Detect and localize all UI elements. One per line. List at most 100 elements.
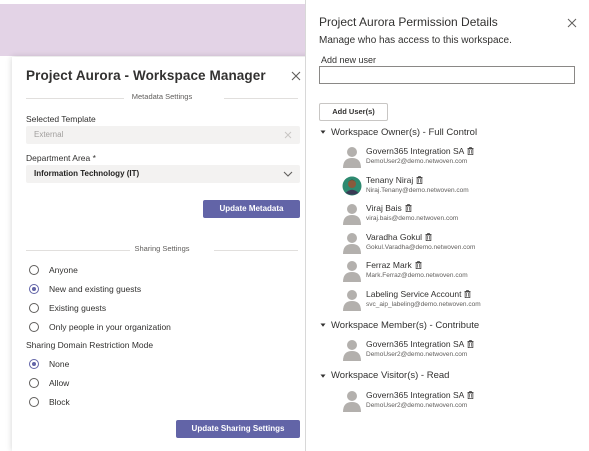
user-name-line: Viraj Bais <box>366 203 412 213</box>
user-row: Ferraz Mark Mark.Ferraz@demo.netwoven.com <box>342 259 582 283</box>
person-avatar-icon <box>343 289 361 311</box>
user-name: Govern365 Integration SA <box>366 389 465 400</box>
radio-label: Block <box>49 397 70 407</box>
user-email: DemoUser2@demo.netwoven.com <box>366 158 468 165</box>
department-dropdown[interactable]: Information Technology (IT) <box>26 165 300 183</box>
user-email: DemoUser2@demo.netwoven.com <box>366 351 468 358</box>
user-row: Govern365 Integration SA DemoUser2@demo.n… <box>342 338 582 362</box>
update-metadata-button[interactable]: Update Metadata <box>203 200 300 218</box>
panel-subtitle: Manage who has access to this workspace. <box>319 35 512 46</box>
user-name: Viraj Bais <box>366 203 402 213</box>
user-name-line: Govern365 Integration SA <box>366 390 474 400</box>
caret-down-icon[interactable] <box>320 322 326 328</box>
user-name-line: Ferraz Mark <box>366 260 422 270</box>
radio-label: New and existing guests <box>49 284 142 294</box>
radio-label: Anyone <box>49 265 78 275</box>
caret-down-icon[interactable] <box>320 373 326 379</box>
radio-label: None <box>49 359 70 369</box>
radio-checked-icon[interactable] <box>29 359 39 369</box>
group-header[interactable]: Workspace Owner(s) - Full Control <box>320 126 477 138</box>
chevron-down-icon <box>283 171 293 177</box>
trash-icon[interactable] <box>467 390 474 399</box>
person-avatar-icon <box>343 147 361 168</box>
user-row: Labeling Service Account svc_aip_labeling… <box>342 288 582 312</box>
update-sharing-button[interactable]: Update Sharing Settings <box>176 420 300 438</box>
user-name-line: Labeling Service Account <box>366 289 471 299</box>
user-email: Niraj.Tenany@demo.netwoven.com <box>366 186 469 194</box>
user-email: viraj.bais@demo.netwoven.com <box>366 215 459 222</box>
person-avatar-icon <box>343 340 361 361</box>
user-name: Ferraz Mark <box>366 260 412 270</box>
trash-icon[interactable] <box>464 289 471 298</box>
person-avatar-icon <box>343 390 361 412</box>
radio-unchecked-icon[interactable] <box>29 378 39 388</box>
department-label: Department Area * <box>26 153 96 163</box>
user-name: Varadha Gokul <box>366 231 423 242</box>
user-row: Govern365 Integration SA DemoUser2@demo.n… <box>342 145 582 169</box>
trash-icon[interactable] <box>415 261 422 269</box>
trash-icon[interactable] <box>425 232 432 241</box>
user-name-line: Govern365 Integration SA <box>366 146 474 156</box>
user-row: Govern365 Integration SA DemoUser2@demo.n… <box>342 389 582 413</box>
user-name-line: Varadha Gokul <box>366 232 432 242</box>
user-email: svc_aip_labeling@demo.netwoven.com <box>366 300 481 308</box>
sharing-section-title: Sharing Settings <box>134 244 190 253</box>
user-row: Varadha Gokul Gokul.Varadha@demo.netwoven… <box>342 231 582 255</box>
radio-option[interactable]: New and existing guests <box>29 283 141 295</box>
panel-title: Project Aurora Permission Details <box>319 15 498 29</box>
add-user-input[interactable] <box>319 66 575 84</box>
template-field[interactable]: External <box>26 126 300 144</box>
workspace-manager-dialog: Project Aurora - Workspace Manager Metad… <box>12 57 312 451</box>
group-label: Workspace Owner(s) - Full Control <box>331 126 478 138</box>
group-label: Workspace Member(s) - Contribute <box>331 319 480 331</box>
group-header[interactable]: Workspace Member(s) - Contribute <box>320 319 479 331</box>
caret-down-icon[interactable] <box>320 129 326 135</box>
trash-icon[interactable] <box>467 340 474 348</box>
user-name: Govern365 Integration SA <box>366 339 465 349</box>
sharing-section-divider: Sharing Settings <box>26 244 298 256</box>
group-label: Workspace Visitor(s) - Read <box>331 370 450 381</box>
radio-option[interactable]: Block <box>29 396 70 408</box>
user-photo-avatar <box>342 176 362 195</box>
radio-label: Existing guests <box>49 303 107 313</box>
user-name-line: Govern365 Integration SA <box>366 339 474 349</box>
template-label: Selected Template <box>26 114 96 124</box>
radio-option[interactable]: Anyone <box>29 264 78 276</box>
metadata-section-divider: Metadata Settings <box>26 92 298 104</box>
radio-label: Only people in your organization <box>49 322 171 332</box>
radio-option[interactable]: Allow <box>29 377 69 389</box>
metadata-section-title: Metadata Settings <box>131 92 193 101</box>
close-icon[interactable] <box>567 18 577 28</box>
user-email: Mark.Ferraz@demo.netwoven.com <box>366 272 468 279</box>
user-name: Govern365 Integration SA <box>366 146 465 156</box>
permission-details-panel: Project Aurora Permission Details Manage… <box>305 0 589 451</box>
user-row: Tenany Niraj Niraj.Tenany@demo.netwoven.c… <box>342 174 582 198</box>
trash-icon[interactable] <box>467 147 474 155</box>
user-email: Gokul.Varadha@demo.netwoven.com <box>366 243 476 251</box>
clear-icon[interactable] <box>284 131 292 139</box>
radio-option[interactable]: Only people in your organization <box>29 321 171 333</box>
radio-label: Allow <box>49 378 70 388</box>
user-name-line: Tenany Niraj <box>366 175 423 185</box>
person-avatar-icon <box>343 232 361 254</box>
trash-icon[interactable] <box>405 204 412 212</box>
radio-unchecked-icon[interactable] <box>29 397 39 407</box>
person-avatar-icon <box>343 204 361 225</box>
user-name: Tenany Niraj <box>366 174 414 185</box>
close-icon[interactable] <box>290 70 302 82</box>
radio-option[interactable]: Existing guests <box>29 302 106 314</box>
group-header[interactable]: Workspace Visitor(s) - Read <box>320 370 449 382</box>
user-name: Labeling Service Account <box>366 288 462 299</box>
add-user-label: Add new user <box>321 55 377 65</box>
trash-icon[interactable] <box>416 175 423 184</box>
dialog-title: Project Aurora - Workspace Manager <box>26 68 266 83</box>
domain-mode-label: Sharing Domain Restriction Mode <box>26 340 154 350</box>
add-users-button[interactable]: Add User(s) <box>319 103 388 121</box>
radio-unchecked-icon[interactable] <box>29 265 39 275</box>
radio-unchecked-icon[interactable] <box>29 303 39 313</box>
person-avatar-icon <box>343 261 361 282</box>
user-row: Viraj Bais viraj.bais@demo.netwoven.com <box>342 202 582 226</box>
radio-unchecked-icon[interactable] <box>29 322 39 332</box>
radio-option[interactable]: None <box>29 358 69 370</box>
radio-checked-icon[interactable] <box>29 284 39 294</box>
